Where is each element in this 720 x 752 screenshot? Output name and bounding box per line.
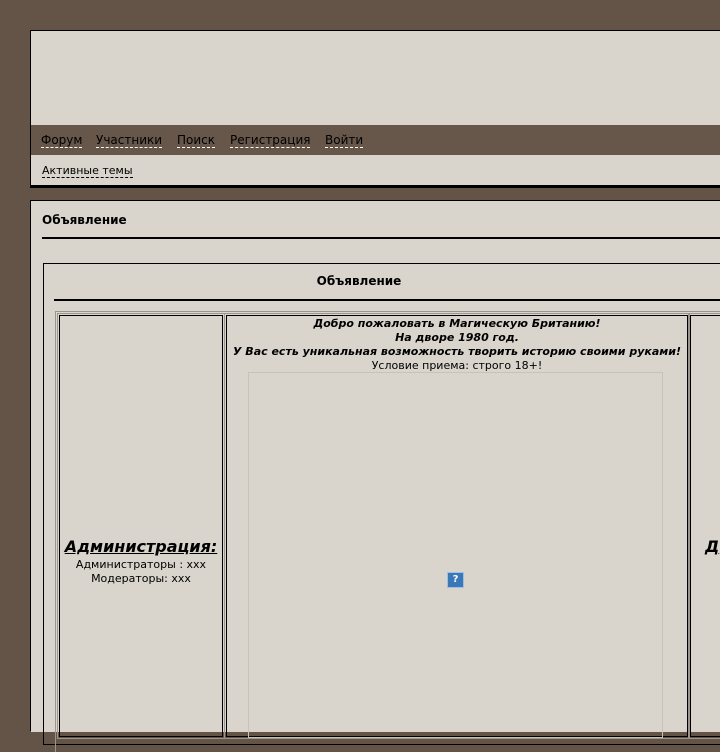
nav-register-link[interactable]: Регистрация — [230, 133, 311, 148]
sub-navbar: Активные темы — [31, 155, 720, 185]
announcement-divider — [42, 237, 720, 239]
nav-members-link[interactable]: Участники — [96, 133, 163, 148]
right-cell: Д — [688, 313, 720, 739]
moderators-text: Модераторы: xxx — [91, 572, 191, 585]
right-cell-heading: Д — [705, 537, 720, 556]
rules-text: Условие приема: строго 18+! — [371, 359, 543, 372]
announcement-section: Объявление Объявление Администрация: Адм… — [31, 200, 720, 752]
section-gap — [30, 188, 720, 200]
welcome-text: Добро пожаловать в Магическую Британию! — [313, 317, 601, 330]
nav-forum-link[interactable]: Форум — [41, 133, 83, 148]
broken-image-icon[interactable]: ? — [447, 572, 464, 588]
banner-image-frame: ? — [248, 372, 663, 738]
header-banner — [31, 31, 720, 125]
opportunity-text: У Вас есть уникальная возможность творит… — [233, 345, 681, 358]
welcome-cell: Добро пожаловать в Магическую Британию! … — [224, 313, 690, 739]
administration-cell: Администрация: Администраторы : xxx Моде… — [57, 313, 225, 739]
nav-search-link[interactable]: Поиск — [177, 133, 216, 148]
forum-page: Форум Участники Поиск Регистрация Войти … — [30, 30, 720, 752]
nav-login-link[interactable]: Войти — [325, 133, 364, 148]
administration-heading: Администрация: — [64, 537, 218, 556]
announcement-table: Администрация: Администраторы : xxx Моде… — [55, 311, 720, 752]
year-text: На дворе 1980 год. — [395, 331, 519, 344]
main-navbar: Форум Участники Поиск Регистрация Войти — [31, 125, 720, 155]
announcement-box: Объявление Администрация: Администраторы… — [43, 263, 720, 752]
announcement-box-title: Объявление — [316, 274, 402, 288]
administrators-text: Администраторы : xxx — [75, 558, 207, 571]
active-topics-link[interactable]: Активные темы — [42, 164, 133, 178]
announcement-box-divider — [54, 299, 720, 301]
announcement-section-title: Объявление — [42, 213, 127, 227]
